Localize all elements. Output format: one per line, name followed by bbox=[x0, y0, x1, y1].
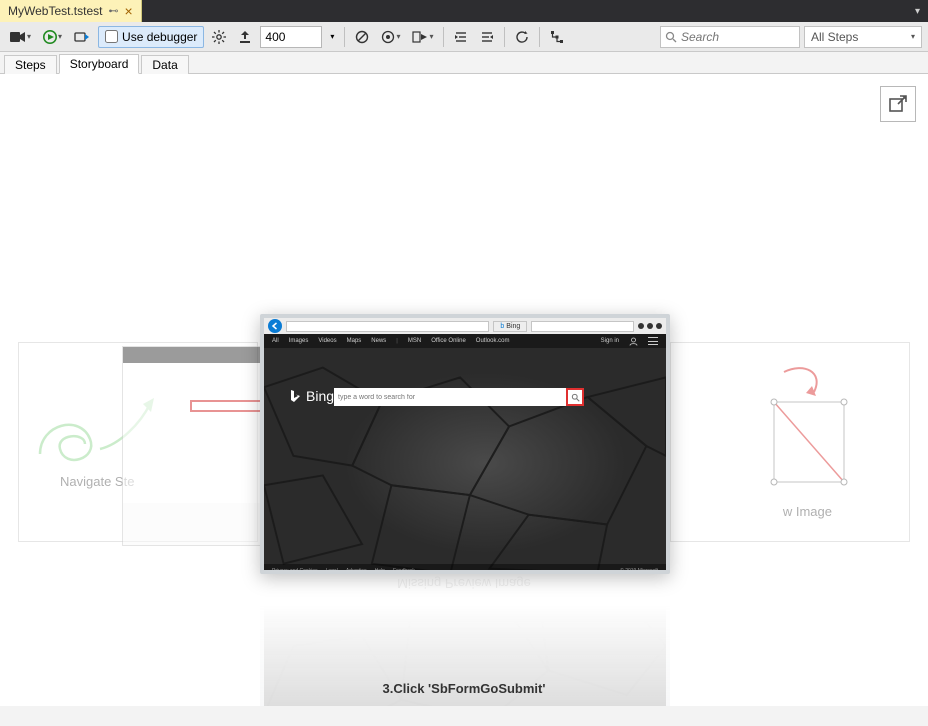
doc-tab-active[interactable]: MyWebTest.tstest ⊷ × bbox=[0, 0, 142, 22]
storyboard-canvas: Navigate Ste w Image bBing All Images bbox=[0, 74, 928, 706]
prohibit-icon bbox=[355, 30, 369, 44]
step-caption: 3.Click 'SbFormGoSubmit' bbox=[0, 681, 928, 696]
continue-on-fail-button[interactable]: ▾ bbox=[408, 26, 437, 48]
preview-site-menu: All Images Videos Maps News | MSN Office… bbox=[264, 334, 666, 348]
bing-logo-icon bbox=[288, 389, 302, 403]
close-icon[interactable]: × bbox=[124, 4, 132, 18]
tab-steps[interactable]: Steps bbox=[4, 55, 57, 74]
next-step-diagram-icon bbox=[754, 362, 884, 512]
breakpoint-button[interactable]: ▾ bbox=[377, 26, 404, 48]
view-tabs: Steps Storyboard Data bbox=[0, 52, 928, 74]
doc-tab-title: MyWebTest.tstest bbox=[8, 4, 102, 18]
outdent-icon bbox=[454, 30, 468, 44]
preview-browser-chrome: bBing bbox=[264, 318, 666, 334]
tab-overflow-caret-icon[interactable]: ▾ bbox=[907, 0, 928, 22]
tab-data[interactable]: Data bbox=[141, 55, 188, 74]
search-icon bbox=[571, 393, 580, 402]
popout-button[interactable] bbox=[880, 86, 916, 122]
search-submit-highlight bbox=[566, 388, 584, 406]
highlight-box-faded bbox=[190, 400, 270, 412]
separator bbox=[504, 27, 505, 47]
run-to-step-button[interactable] bbox=[70, 26, 94, 48]
search-input[interactable] bbox=[681, 30, 795, 44]
preview-browser-tab: bBing bbox=[493, 321, 527, 332]
disable-step-button[interactable] bbox=[351, 26, 373, 48]
use-debugger-checkbox[interactable] bbox=[105, 30, 118, 43]
delay-input[interactable] bbox=[260, 26, 322, 48]
chevron-down-icon: ▾ bbox=[911, 32, 915, 41]
filter-label: All Steps bbox=[811, 30, 858, 44]
skip-icon bbox=[412, 30, 428, 44]
refresh-icon bbox=[515, 30, 529, 44]
separator bbox=[539, 27, 540, 47]
upload-icon bbox=[238, 30, 252, 44]
separator bbox=[344, 27, 345, 47]
preview-footer: Privacy and Cookies Legal Advertise Help… bbox=[264, 564, 666, 574]
search-icon bbox=[665, 31, 677, 43]
settings-button[interactable] bbox=[208, 26, 230, 48]
current-step-preview[interactable]: bBing All Images Videos Maps News | MSN … bbox=[260, 314, 670, 574]
toolbar: ▾ ▾ Use debugger ▾ ▾ ▾ bbox=[0, 22, 928, 52]
tab-storyboard[interactable]: Storyboard bbox=[59, 54, 140, 74]
camera-icon bbox=[10, 30, 26, 44]
upload-button[interactable] bbox=[234, 26, 256, 48]
tab-strip-spacer bbox=[142, 0, 907, 22]
doc-tab-strip: MyWebTest.tstest ⊷ × ▾ bbox=[0, 0, 928, 22]
chevron-down-icon[interactable]: ▾ bbox=[326, 32, 338, 41]
use-debugger-toggle[interactable]: Use debugger bbox=[98, 26, 204, 48]
user-icon bbox=[629, 337, 638, 346]
faded-ghost-text: Missing Preview Image bbox=[0, 576, 928, 591]
record-button[interactable]: ▾ bbox=[6, 26, 35, 48]
preview-page-body: Bing Privacy and Cookies Legal Advertise… bbox=[264, 348, 666, 574]
target-icon bbox=[381, 30, 395, 44]
next-step-label: w Image bbox=[783, 504, 832, 519]
preview-search-input bbox=[334, 394, 566, 401]
chevron-down-icon: ▾ bbox=[58, 32, 62, 41]
run-button[interactable]: ▾ bbox=[39, 26, 66, 48]
outdent-button[interactable] bbox=[450, 26, 472, 48]
hierarchy-button[interactable] bbox=[546, 26, 568, 48]
run-to-icon bbox=[74, 30, 90, 44]
popout-icon bbox=[888, 94, 908, 114]
stone-texture bbox=[264, 348, 666, 574]
play-icon bbox=[43, 30, 57, 44]
hamburger-icon bbox=[648, 337, 658, 345]
chevron-down-icon: ▾ bbox=[429, 32, 433, 41]
indent-icon bbox=[480, 30, 494, 44]
chevron-down-icon: ▾ bbox=[27, 32, 31, 41]
refresh-button[interactable] bbox=[511, 26, 533, 48]
chevron-down-icon: ▾ bbox=[396, 32, 400, 41]
filter-dropdown[interactable]: All Steps ▾ bbox=[804, 26, 922, 48]
preview-address-bar-2 bbox=[531, 321, 634, 332]
pin-icon[interactable]: ⊷ bbox=[108, 6, 118, 17]
separator bbox=[443, 27, 444, 47]
indent-button[interactable] bbox=[476, 26, 498, 48]
gear-icon bbox=[212, 30, 226, 44]
preview-address-bar bbox=[286, 321, 489, 332]
bing-logo: Bing bbox=[288, 388, 334, 404]
search-box[interactable] bbox=[660, 26, 800, 48]
back-icon bbox=[268, 319, 282, 333]
preview-search-box bbox=[334, 388, 584, 406]
window-controls-icon bbox=[638, 323, 662, 329]
use-debugger-label: Use debugger bbox=[122, 30, 197, 44]
tree-icon bbox=[550, 30, 564, 44]
